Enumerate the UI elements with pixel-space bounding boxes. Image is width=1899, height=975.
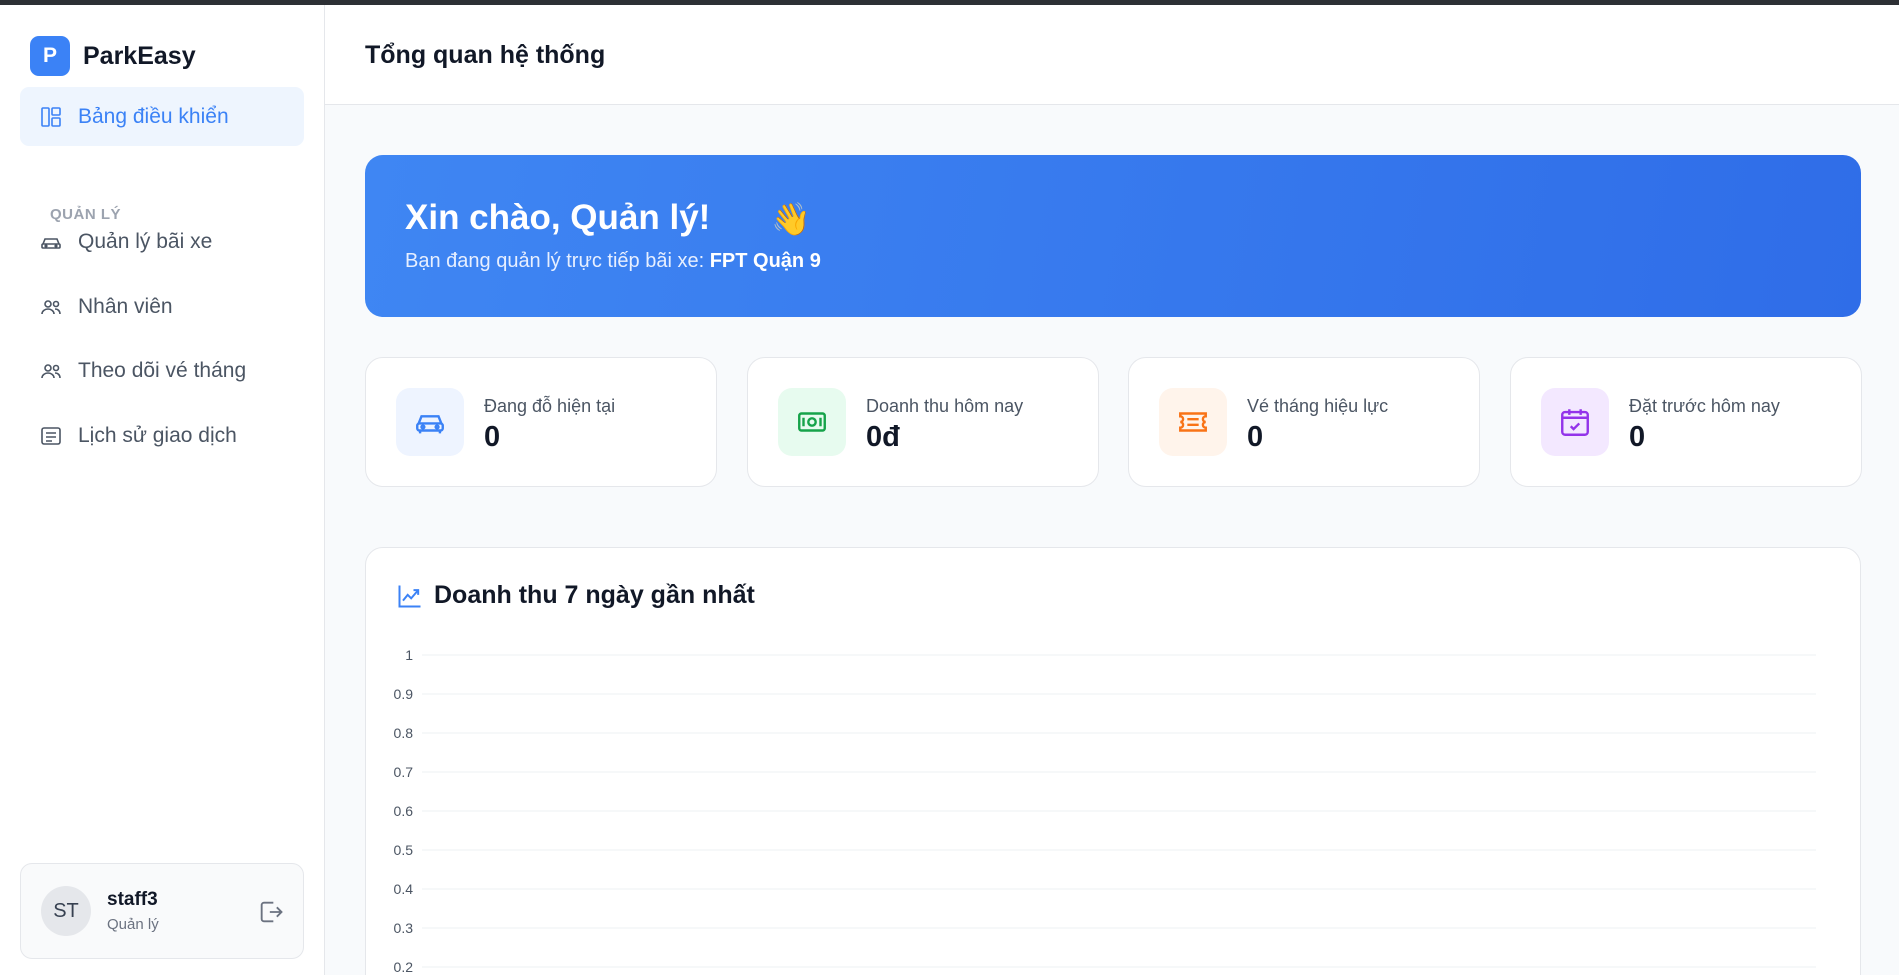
page-header: Tổng quan hệ thống <box>325 5 1899 105</box>
y-tick-label: 0.7 <box>394 764 414 780</box>
cash-icon <box>778 388 846 456</box>
y-tick-label: 0.3 <box>394 920 414 936</box>
brand-logo: P <box>30 36 70 76</box>
user-card: ST staff3 Quản lý <box>20 863 304 959</box>
page-title: Tổng quan hệ thống <box>365 41 606 69</box>
stat-value: 0đ <box>866 421 900 453</box>
main-content: Tổng quan hệ thống Xin chào, Quản lý! 👋 … <box>325 5 1899 975</box>
car-icon <box>41 237 61 249</box>
stat-card-bookings-today: Đặt trước hôm nay 0 <box>1510 357 1862 487</box>
brand-name: ParkEasy <box>83 41 196 70</box>
welcome-banner: Xin chào, Quản lý! 👋 Bạn đang quản lý tr… <box>365 155 1861 317</box>
car-icon <box>396 388 464 456</box>
sidebar-item-label: Theo dõi vé tháng <box>78 358 247 382</box>
welcome-subtitle: Bạn đang quản lý trực tiếp bãi xe: FPT Q… <box>405 250 821 273</box>
avatar[interactable]: ST <box>41 886 91 936</box>
stat-value: 0 <box>1629 421 1646 453</box>
stat-label: Vé tháng hiệu lực <box>1247 396 1389 416</box>
welcome-subtitle-prefix: Bạn đang quản lý trực tiếp bãi xe: <box>405 250 710 272</box>
users-icon <box>41 299 61 314</box>
y-tick-label: 0.5 <box>394 842 414 858</box>
dashboard-icon <box>41 106 61 127</box>
stat-card-monthly-tickets: Vé tháng hiệu lực 0 <box>1128 357 1480 487</box>
brand[interactable]: P ParkEasy <box>30 36 196 76</box>
revenue-chart-card: Doanh thu 7 ngày gần nhất 1 0.9 0.8 0.7 0.6 0… <box>365 547 1861 975</box>
sidebar-item-monthly-tickets[interactable]: Theo dõi vé tháng <box>20 341 304 400</box>
sidebar-item-label: Quản lý bãi xe <box>78 229 213 253</box>
sidebar-item-transactions[interactable]: Lịch sử giao dịch <box>20 406 304 465</box>
y-tick-label: 0.6 <box>394 803 414 819</box>
user-name: staff3 <box>107 889 158 910</box>
revenue-chart: 1 0.9 0.8 0.7 0.6 0.5 0.4 0.3 0.2 <box>394 647 1816 975</box>
user-role: Quản lý <box>107 916 159 933</box>
sidebar-item-dashboard[interactable]: Bảng điều khiển <box>20 87 304 146</box>
stat-label: Đang đỗ hiện tại <box>484 396 616 416</box>
y-tick-label: 0.2 <box>394 959 414 975</box>
ticket-icon <box>1159 388 1227 456</box>
calendar-check-icon <box>1541 388 1609 456</box>
y-tick-label: 0.4 <box>394 881 414 897</box>
stat-label: Doanh thu hôm nay <box>866 396 1024 416</box>
stat-card-revenue-today: Doanh thu hôm nay 0đ <box>747 357 1099 487</box>
sidebar-item-parking-lots[interactable]: Quản lý bãi xe <box>20 212 304 271</box>
sidebar: P ParkEasy Bảng điều khiển QUẢN LÝ Quản … <box>0 5 325 975</box>
stat-value: 0 <box>1247 421 1264 453</box>
y-tick-label: 0.9 <box>394 686 414 702</box>
sidebar-item-label: Lịch sử giao dịch <box>78 423 237 447</box>
user-info: staff3 Quản lý <box>107 889 159 933</box>
stat-label: Đặt trước hôm nay <box>1629 396 1780 416</box>
parking-lot-name: FPT Quận 9 <box>709 250 821 272</box>
logout-icon[interactable] <box>257 898 285 926</box>
sidebar-item-staff[interactable]: Nhân viên <box>20 277 304 336</box>
stat-card-parked-now: Đang đỗ hiện tại 0 <box>365 357 717 487</box>
receipt-icon <box>41 426 61 445</box>
sidebar-item-label: Nhân viên <box>78 294 173 318</box>
y-tick-label: 0.8 <box>394 725 414 741</box>
waving-hand-icon: 👋 <box>771 201 811 237</box>
y-tick-label: 1 <box>405 647 413 663</box>
welcome-title: Xin chào, Quản lý! <box>405 198 711 237</box>
stat-value: 0 <box>484 421 501 453</box>
users-icon <box>41 363 61 378</box>
sidebar-item-label: Bảng điều khiển <box>78 104 229 128</box>
